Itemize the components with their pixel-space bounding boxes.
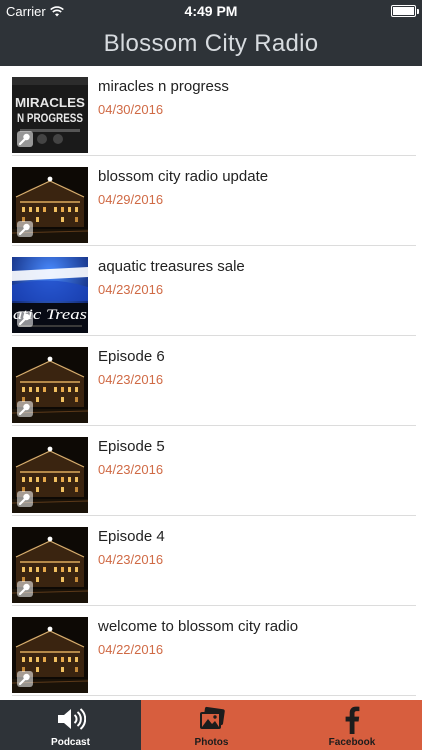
episode-list[interactable]: MIRACLES N PROGRESS miracles n progress 04/…: [0, 66, 422, 700]
microphone-icon: [17, 401, 33, 417]
microphone-icon: [17, 491, 33, 507]
status-time: 4:49 PM: [184, 3, 238, 19]
episode-row[interactable]: Episode 6 04/23/2016: [0, 336, 422, 426]
episode-row[interactable]: atic Treas aquatic treasures sale 04/23/20…: [0, 246, 422, 336]
photos-icon: [199, 706, 225, 729]
episode-title: aquatic treasures sale: [98, 258, 245, 275]
episode-artwork: MIRACLES N PROGRESS: [12, 77, 88, 153]
episode-title: blossom city radio update: [98, 168, 269, 185]
art-text-line-2: N PROGRESS: [17, 111, 83, 125]
episode-title: Episode 4: [98, 528, 165, 545]
episode-artwork: [12, 347, 88, 423]
status-bar: Carrier 4:49 PM: [0, 0, 422, 22]
episode-title: Episode 5: [98, 438, 165, 455]
episode-title: welcome to blossom city radio: [98, 618, 299, 635]
page-title: Blossom City Radio: [103, 30, 319, 57]
tab-podcast-label: Podcast: [51, 737, 90, 748]
navigation-bar: Blossom City Radio: [0, 22, 422, 66]
tab-podcast[interactable]: Podcast: [0, 700, 141, 750]
microphone-icon: [17, 311, 33, 327]
episode-artwork: [12, 437, 88, 513]
episode-title: Episode 6: [98, 348, 165, 365]
episode-artwork: [12, 167, 88, 243]
tab-photos-label: Photos: [194, 737, 229, 748]
episode-date: 04/23/2016: [98, 372, 164, 387]
episode-row[interactable]: welcome to blossom city radio 04/22/2016: [0, 606, 422, 696]
episode-title: miracles n progress: [98, 78, 229, 95]
episode-row[interactable]: Episode 5 04/23/2016: [0, 426, 422, 516]
episode-date: 04/22/2016: [98, 642, 164, 657]
episode-artwork: atic Treas: [12, 257, 88, 333]
episode-date: 04/23/2016: [98, 462, 164, 477]
episode-artwork: [12, 527, 88, 603]
speaker-icon: [57, 708, 86, 730]
episode-date: 04/30/2016: [98, 102, 164, 117]
microphone-icon: [17, 131, 33, 147]
row-separator: [12, 695, 416, 696]
microphone-icon: [17, 221, 33, 237]
facebook-icon: [345, 706, 360, 734]
microphone-icon: [17, 671, 33, 687]
episode-date: 04/23/2016: [98, 282, 164, 297]
episode-row[interactable]: MIRACLES N PROGRESS miracles n progress 04/…: [0, 66, 422, 156]
microphone-icon: [17, 581, 33, 597]
tab-facebook-label: Facebook: [328, 737, 376, 748]
tab-photos[interactable]: Photos: [141, 700, 282, 750]
battery-icon: [391, 5, 419, 17]
episode-artwork: [12, 617, 88, 693]
episode-date: 04/23/2016: [98, 552, 164, 567]
episode-row[interactable]: blossom city radio update 04/29/2016: [0, 156, 422, 246]
episode-row[interactable]: Episode 4 04/23/2016: [0, 516, 422, 606]
tab-facebook[interactable]: Facebook: [282, 700, 422, 750]
art-text-line-1: MIRACLES: [15, 95, 85, 110]
episode-date: 04/29/2016: [98, 192, 164, 207]
tab-bar: Podcast Photos Facebook: [0, 700, 422, 750]
